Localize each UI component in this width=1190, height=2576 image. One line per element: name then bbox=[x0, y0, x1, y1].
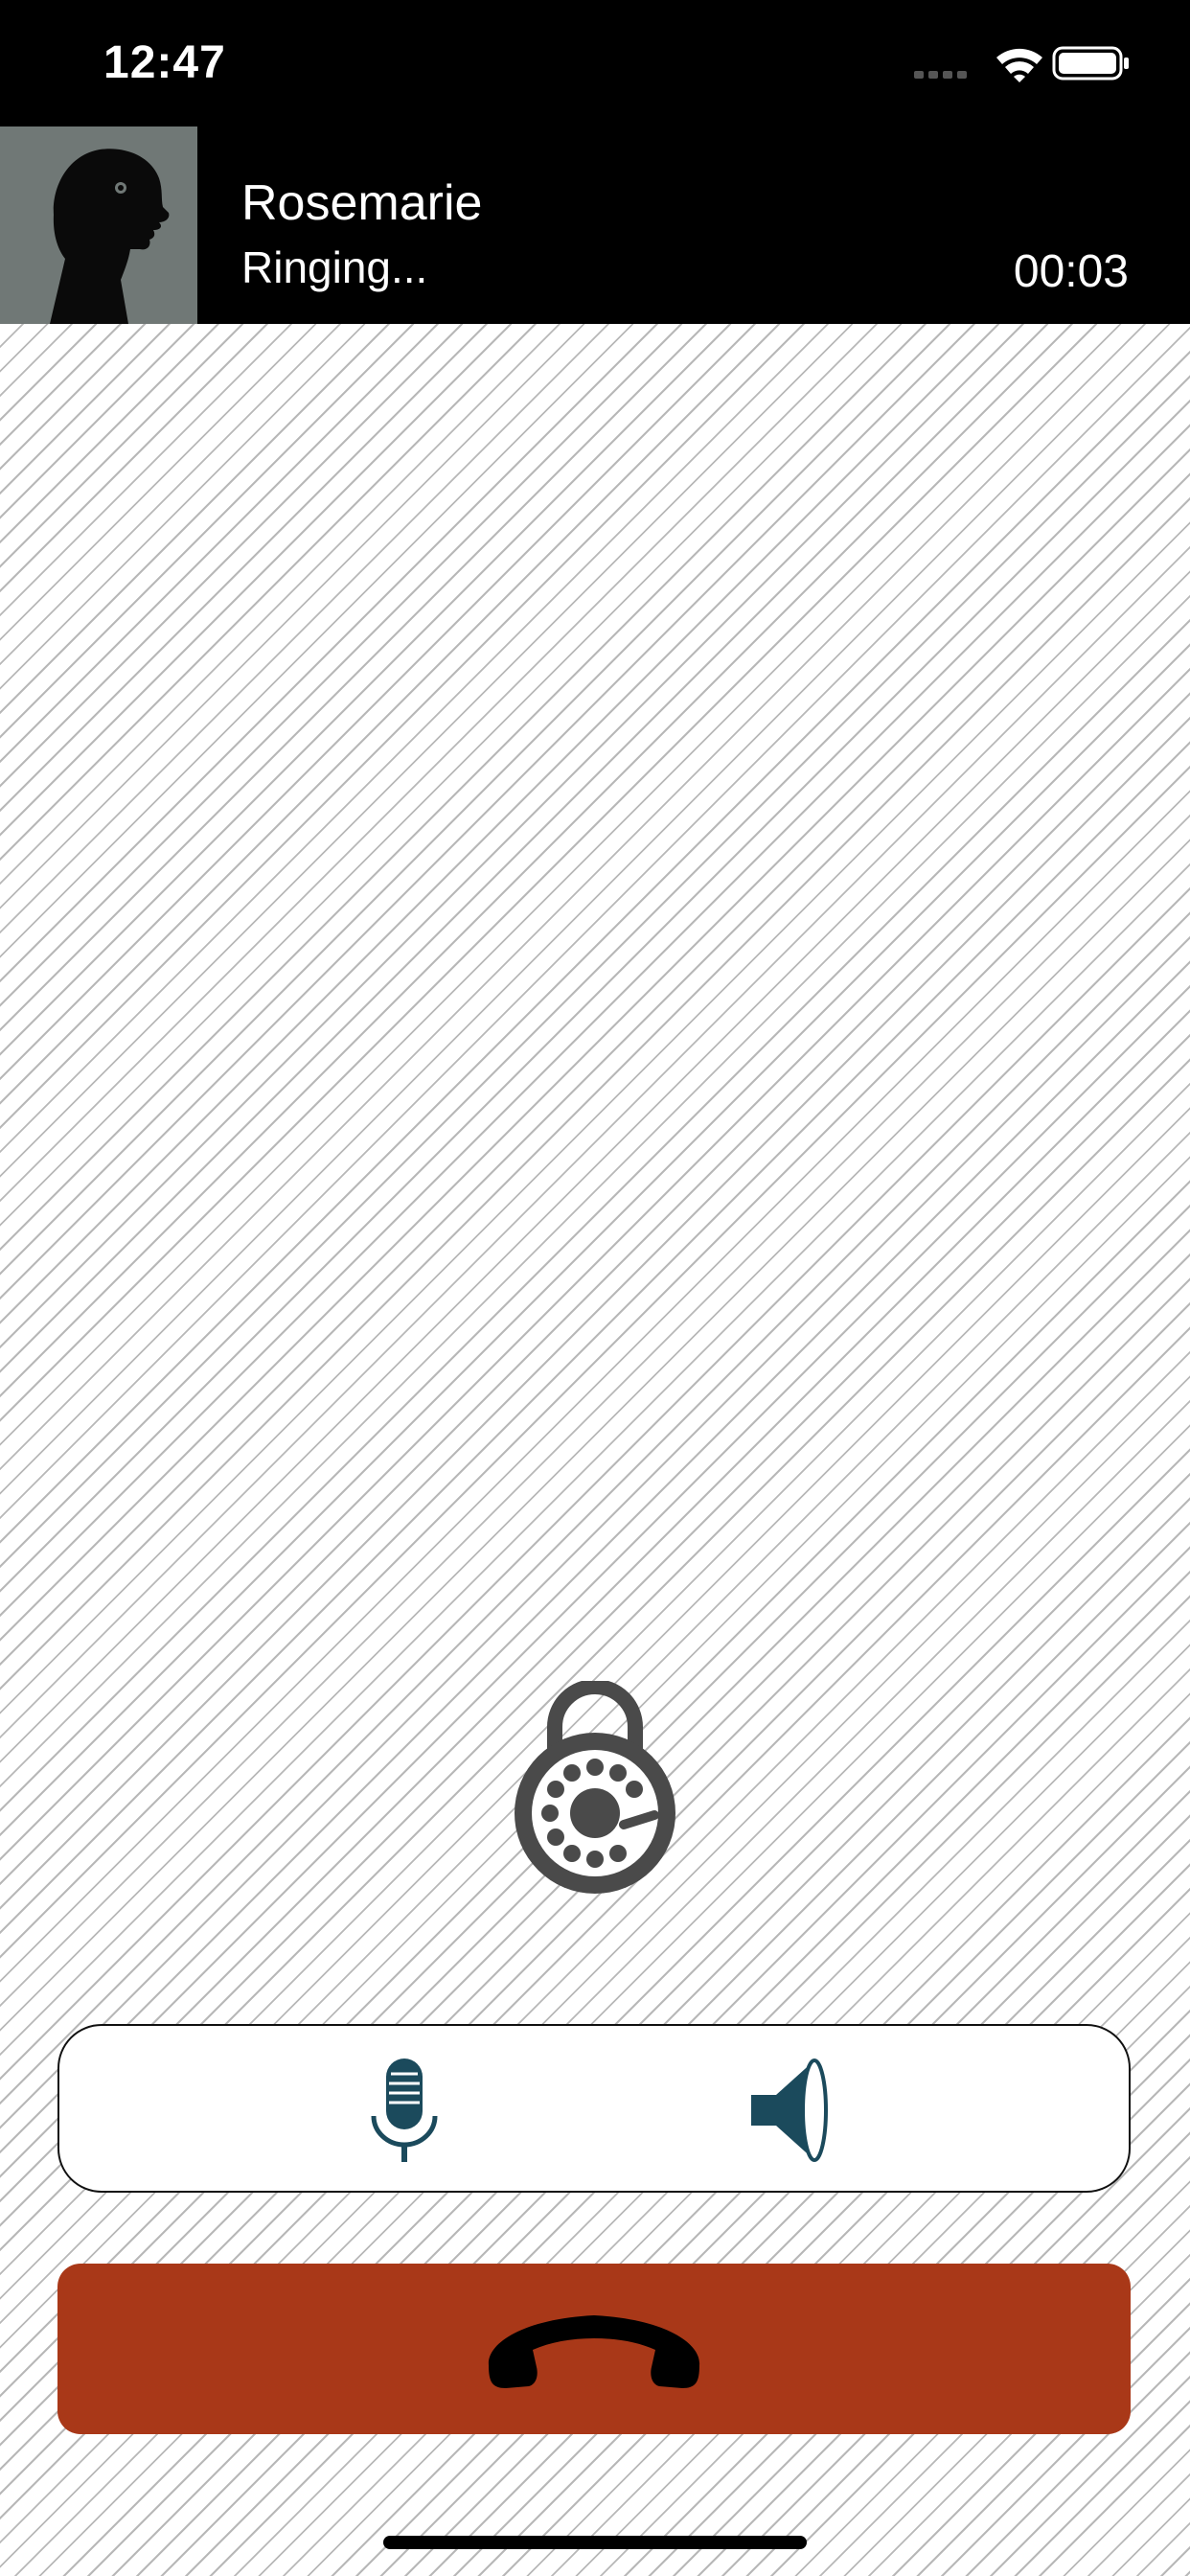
keypad-button[interactable] bbox=[511, 1679, 679, 1896]
call-header: Rosemarie Ringing... 00:03 bbox=[0, 126, 1190, 324]
silhouette-avatar-icon bbox=[50, 149, 170, 324]
home-indicator[interactable] bbox=[383, 2536, 807, 2549]
caller-name: Rosemarie bbox=[241, 175, 483, 231]
call-timer: 00:03 bbox=[1013, 246, 1129, 297]
call-background bbox=[0, 324, 1190, 2576]
status-bar: 12:47 bbox=[0, 0, 1190, 126]
rotary-dial-icon bbox=[515, 1679, 675, 1894]
microphone-icon bbox=[371, 2058, 438, 2162]
call-controls-bar bbox=[57, 2024, 1131, 2193]
cellular-signal-icon bbox=[914, 71, 967, 79]
battery-icon bbox=[1052, 46, 1129, 80]
end-call-button[interactable] bbox=[57, 2264, 1131, 2434]
call-status: Ringing... bbox=[241, 242, 428, 292]
speaker-icon bbox=[751, 2058, 828, 2162]
caller-avatar[interactable] bbox=[0, 126, 197, 324]
speaker-button[interactable] bbox=[744, 2055, 839, 2166]
phone-hangup-icon bbox=[488, 2315, 700, 2388]
status-icons bbox=[914, 46, 1129, 82]
status-time: 12:47 bbox=[103, 37, 226, 88]
mute-button[interactable] bbox=[356, 2055, 452, 2166]
wifi-icon bbox=[996, 48, 1042, 82]
